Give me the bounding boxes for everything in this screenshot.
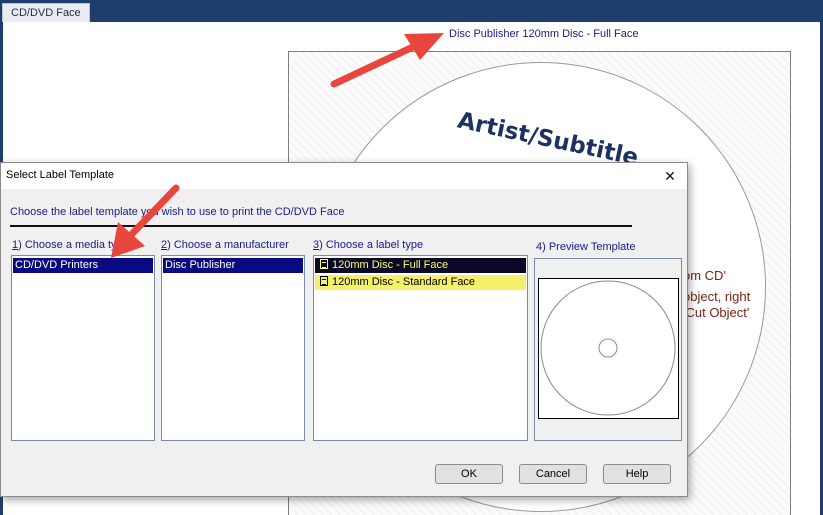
list-item-full-face[interactable]: 120mm Disc - Full Face bbox=[315, 258, 526, 273]
preview-image bbox=[538, 278, 679, 419]
disc-preview-icon bbox=[540, 280, 676, 416]
manufacturer-list[interactable]: Disc Publisher bbox=[161, 255, 305, 441]
dialog-instruction: Choose the label template you wish to us… bbox=[10, 206, 345, 218]
document-icon bbox=[320, 259, 328, 269]
select-label-template-dialog: Select Label Template ✕ Choose the label… bbox=[0, 162, 688, 497]
list-item-standard-face[interactable]: 120mm Disc - Standard Face bbox=[315, 275, 526, 290]
manufacturer-label: 2) Choose a manufacturer bbox=[161, 239, 289, 251]
document-icon bbox=[320, 276, 328, 286]
preview-template-label: 4) Preview Template bbox=[536, 241, 636, 253]
label-type-list[interactable]: 120mm Disc - Full Face 120mm Disc - Stan… bbox=[313, 255, 528, 441]
ok-button[interactable]: OK bbox=[435, 464, 503, 484]
cancel-button[interactable]: Cancel bbox=[519, 464, 587, 484]
media-type-label: 1) Choose a media type bbox=[12, 239, 129, 251]
canvas-hint-line-1: om CD' bbox=[683, 268, 726, 283]
help-button[interactable]: Help bbox=[603, 464, 671, 484]
media-type-list[interactable]: CD/DVD Printers bbox=[11, 255, 155, 441]
label-type-label: 3) Choose a label type bbox=[313, 239, 424, 251]
preview-panel bbox=[534, 258, 682, 441]
divider bbox=[10, 225, 632, 227]
tab-cd-dvd-face[interactable]: CD/DVD Face bbox=[2, 3, 90, 22]
canvas-hint-line-2: object, right bbox=[683, 289, 751, 304]
template-title: Disc Publisher 120mm Disc - Full Face bbox=[449, 28, 639, 40]
dialog-title: Select Label Template bbox=[6, 169, 115, 181]
list-item-cd-dvd-printers[interactable]: CD/DVD Printers bbox=[13, 258, 153, 273]
canvas-hint-line-3: 'Cut Object' bbox=[683, 305, 750, 320]
tab-bar: CD/DVD Face bbox=[0, 0, 823, 22]
close-icon[interactable]: ✕ bbox=[657, 164, 683, 188]
list-item-disc-publisher[interactable]: Disc Publisher bbox=[163, 258, 303, 273]
dialog-titlebar[interactable]: Select Label Template ✕ bbox=[1, 163, 687, 189]
